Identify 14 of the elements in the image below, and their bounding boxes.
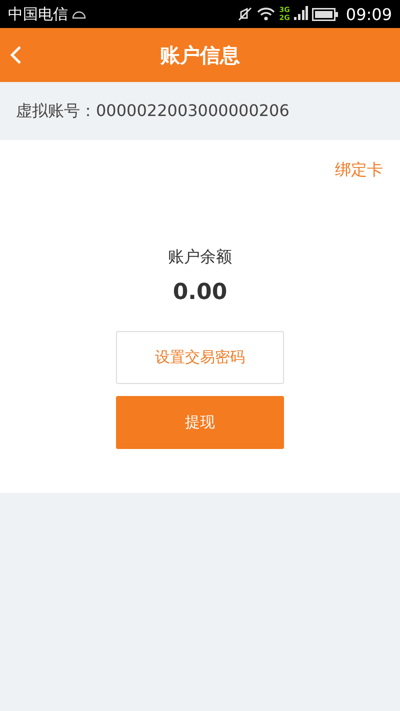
set-password-button[interactable]: 设置交易密码: [116, 331, 284, 384]
clock-time: 09:09: [346, 4, 392, 24]
mute-icon: [237, 6, 254, 22]
balance-label: 账户余额: [168, 247, 232, 268]
wifi-icon: [257, 7, 276, 21]
battery-icon: [312, 8, 338, 20]
back-icon[interactable]: [10, 45, 22, 65]
withdraw-button[interactable]: 提现: [116, 396, 284, 449]
bind-card-link[interactable]: 绑定卡: [335, 160, 383, 181]
signal-icon: [294, 5, 308, 23]
page-title: 账户信息: [160, 42, 240, 68]
carrier-name: 中国电信: [8, 4, 68, 24]
virtual-account-number: 虚拟账号：0000022003000000206: [16, 100, 290, 122]
balance-amount: 0.00: [172, 280, 228, 305]
